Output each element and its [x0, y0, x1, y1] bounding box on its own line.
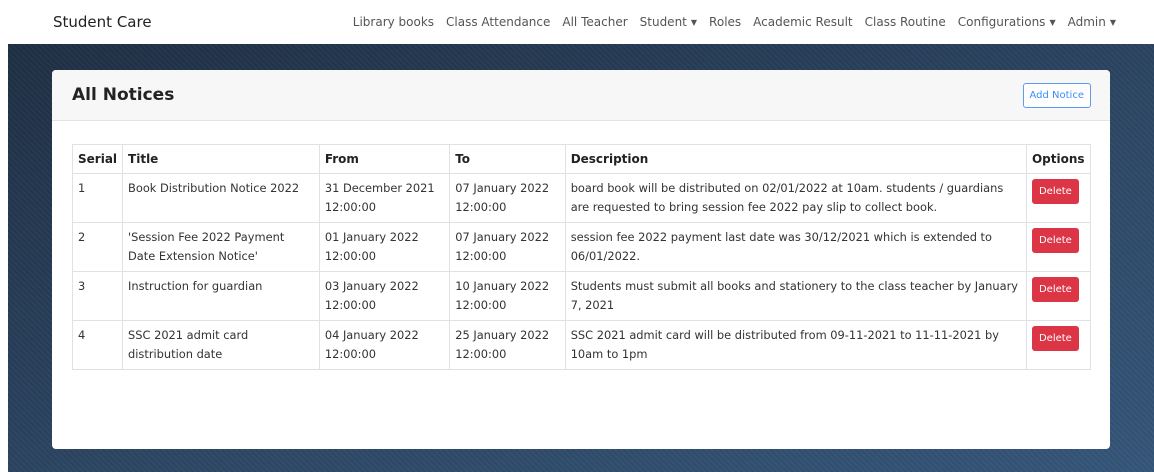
cell-to: 25 January 2022 12:00:00	[449, 320, 566, 370]
nav-item-all-teacher[interactable]: All Teacher	[562, 15, 627, 29]
table-row: 3 Instruction for guardian 03 January 20…	[71, 271, 1092, 321]
cell-from: 03 January 2022 12:00:00	[318, 271, 451, 321]
cell-title: SSC 2021 admit card distribution date	[122, 320, 320, 370]
nav-item-label: Configurations	[957, 15, 1046, 29]
nav-item-library-books[interactable]: Library books	[353, 15, 434, 29]
nav-item-label: Academic Result	[753, 15, 853, 29]
cell-to: 10 January 2022 12:00:00	[449, 271, 566, 321]
cell-description: SSC 2021 admit card will be distributed …	[564, 320, 1027, 370]
header-from: From	[318, 144, 451, 174]
cell-title: Book Distribution Notice 2022	[122, 173, 320, 223]
cell-to: 07 January 2022 12:00:00	[449, 222, 566, 272]
nav-item-class-routine[interactable]: Class Routine	[865, 15, 946, 29]
cell-title: Instruction for guardian	[122, 271, 320, 321]
header-options: Options	[1025, 144, 1092, 174]
cell-from: 31 December 2021 12:00:00	[318, 173, 451, 223]
cell-options: Delete	[1025, 271, 1092, 321]
nav-item-label: Roles	[709, 15, 742, 29]
cell-description: Students must submit all books and stati…	[564, 271, 1027, 321]
cell-serial: 3	[71, 271, 124, 321]
card-header: All Notices Add Notice	[52, 70, 1110, 121]
table-header-row: Serial Title From To Description Options	[71, 144, 1092, 174]
cell-description: session fee 2022 payment last date was 3…	[564, 222, 1027, 272]
cell-title: 'Session Fee 2022 Payment Date Extension…	[122, 222, 320, 272]
nav-item-label: Class Attendance	[446, 15, 551, 29]
cell-serial: 2	[71, 222, 124, 272]
nav-item-academic-result[interactable]: Academic Result	[753, 15, 852, 29]
nav-item-label: Student	[639, 15, 687, 29]
table-row: 4 SSC 2021 admit card distribution date …	[71, 320, 1092, 370]
add-notice-button[interactable]: Add Notice	[1022, 82, 1091, 108]
delete-button[interactable]: Delete	[1031, 179, 1079, 204]
header-to: To	[449, 144, 566, 174]
table-row: 1 Book Distribution Notice 2022 31 Decem…	[71, 173, 1092, 223]
cell-from: 04 January 2022 12:00:00	[318, 320, 451, 370]
nav-item-label: Library books	[352, 15, 435, 29]
header-description: Description	[564, 144, 1027, 174]
nav-item-label: Admin	[1067, 15, 1106, 29]
nav-item-roles[interactable]: Roles	[709, 15, 741, 29]
page-title: All Notices	[72, 85, 175, 105]
caret-down-icon: ▼	[1049, 18, 1056, 27]
cell-description: board book will be distributed on 02/01/…	[564, 173, 1027, 223]
cell-options: Delete	[1025, 222, 1092, 272]
cell-options: Delete	[1025, 320, 1092, 370]
cell-serial: 1	[71, 173, 124, 223]
caret-down-icon: ▼	[1109, 18, 1116, 27]
header-serial: Serial	[71, 144, 124, 174]
nav-menu: Library books Class Attendance All Teach…	[341, 15, 1116, 29]
top-navbar: Student Care Library books Class Attenda…	[0, 0, 1154, 44]
table-row: 2 'Session Fee 2022 Payment Date Extensi…	[71, 222, 1092, 272]
caret-down-icon: ▼	[690, 18, 698, 27]
delete-button[interactable]: Delete	[1031, 277, 1079, 302]
cell-to: 07 January 2022 12:00:00	[449, 173, 566, 223]
nav-item-admin-dropdown[interactable]: Admin ▼	[1068, 15, 1116, 29]
notices-table: Serial Title From To Description Options…	[71, 144, 1092, 370]
nav-item-label: All Teacher	[562, 15, 628, 29]
cell-serial: 4	[71, 320, 124, 370]
cell-options: Delete	[1025, 173, 1092, 223]
nav-item-label: Class Routine	[864, 15, 946, 29]
nav-item-student-dropdown[interactable]: Student ▼	[640, 15, 697, 29]
nav-item-configurations-dropdown[interactable]: Configurations ▼	[958, 15, 1056, 29]
header-title: Title	[122, 144, 320, 174]
card-body: Serial Title From To Description Options…	[52, 121, 1110, 370]
delete-button[interactable]: Delete	[1031, 228, 1079, 253]
brand-link[interactable]: Student Care	[53, 13, 152, 31]
page-background: All Notices Add Notice Serial Title From…	[8, 44, 1154, 472]
nav-item-class-attendance[interactable]: Class Attendance	[446, 15, 550, 29]
delete-button[interactable]: Delete	[1031, 326, 1079, 351]
cell-from: 01 January 2022 12:00:00	[318, 222, 451, 272]
notices-card: All Notices Add Notice Serial Title From…	[52, 70, 1110, 449]
